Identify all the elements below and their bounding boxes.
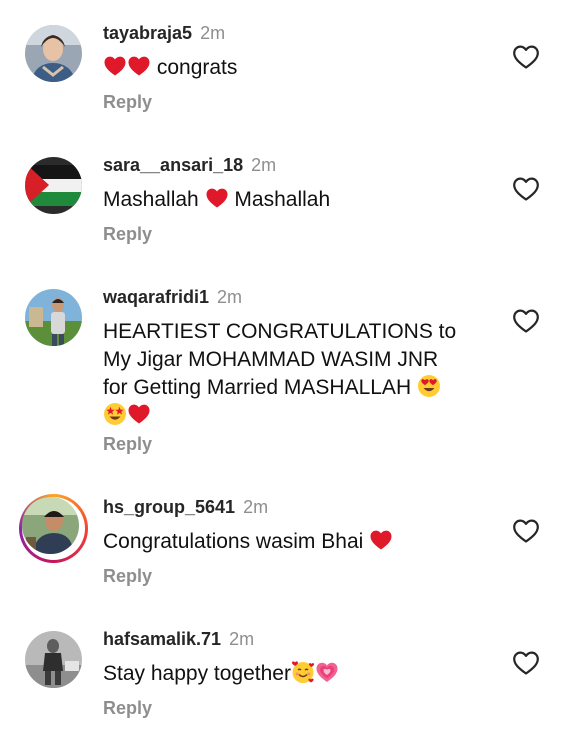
like-heart-icon[interactable] [512, 518, 540, 544]
comment-item: waqarafridi1 2m HEARTIEST CONGRATULATIONS… [0, 264, 570, 464]
like-heart-icon[interactable] [512, 650, 540, 676]
growing-heart-icon [315, 660, 339, 684]
avatar [22, 497, 79, 554]
comment-text: HEARTIEST CONGRATULATIONS to My Jigar MO… [103, 318, 503, 430]
avatar[interactable] [25, 631, 82, 688]
like-heart-icon[interactable] [512, 176, 540, 202]
reply-button[interactable]: Reply [103, 697, 152, 719]
username[interactable]: hs_group_5641 [103, 497, 235, 517]
comment-text-content: Stay happy together [103, 662, 291, 685]
comment-text: Stay happy together [103, 660, 483, 688]
red-heart-icon [103, 54, 127, 78]
story-ring[interactable] [19, 494, 88, 563]
avatar-flag-icon [25, 157, 82, 214]
comment-meta: hafsamalik.71 2m [103, 628, 254, 650]
comment-meta: tayabraja5 2m [103, 22, 225, 44]
comment-text-content: Congratulations wasim Bhai [103, 530, 364, 553]
comment-item: tayabraja5 2m congrats Reply [0, 0, 570, 130]
reply-button[interactable]: Reply [103, 91, 152, 113]
red-heart-icon [127, 402, 151, 426]
username[interactable]: waqarafridi1 [103, 287, 209, 307]
avatar-photo-icon [25, 289, 82, 346]
comment-item: hs_group_5641 2m Congratulations wasim Bh… [0, 474, 570, 604]
username[interactable]: tayabraja5 [103, 23, 192, 43]
avatar[interactable] [25, 157, 82, 214]
timestamp: 2m [217, 287, 243, 307]
comment-item: sara__ansari_18 2m Mashallah Mashallah Re… [0, 132, 570, 262]
comment-text: congrats [103, 54, 483, 82]
username[interactable]: hafsamalik.71 [103, 629, 221, 649]
comment-text-line: HEARTIEST CONGRATULATIONS to [103, 320, 457, 343]
comment-text-content: congrats [156, 56, 238, 79]
comment-text-content: Mashallah [103, 188, 199, 211]
timestamp: 2m [229, 629, 255, 649]
red-heart-icon [127, 54, 151, 78]
comment-meta: waqarafridi1 2m [103, 286, 242, 308]
timestamp: 2m [243, 497, 269, 517]
comment-item: hafsamalik.71 2m Stay happy together Repl… [0, 606, 570, 742]
red-heart-icon [205, 186, 229, 210]
like-heart-icon[interactable] [512, 44, 540, 70]
heart-eyes-icon [417, 374, 441, 398]
comment-text: Congratulations wasim Bhai [103, 528, 483, 556]
avatar[interactable] [25, 25, 82, 82]
comment-text-line: for Getting Married MASHALLAH [103, 374, 503, 402]
timestamp: 2m [251, 155, 277, 175]
avatar-photo-icon [25, 25, 82, 82]
timestamp: 2m [200, 23, 226, 43]
comment-text-content: for Getting Married MASHALLAH [103, 376, 412, 399]
comment-text: Mashallah Mashallah [103, 186, 483, 214]
avatar-photo-icon [22, 497, 79, 554]
username[interactable]: sara__ansari_18 [103, 155, 243, 175]
comment-text-content: Mashallah [234, 188, 331, 211]
comment-text-line [103, 402, 503, 430]
comment-text-line: My Jigar MOHAMMAD WASIM JNR [103, 348, 439, 371]
reply-button[interactable]: Reply [103, 565, 152, 587]
avatar-photo-icon [25, 631, 82, 688]
reply-button[interactable]: Reply [103, 433, 152, 455]
comment-meta: hs_group_5641 2m [103, 496, 268, 518]
red-heart-icon [369, 528, 393, 552]
reply-button[interactable]: Reply [103, 223, 152, 245]
like-heart-icon[interactable] [512, 308, 540, 334]
smiling-face-with-hearts-icon [291, 660, 315, 684]
avatar[interactable] [25, 289, 82, 346]
star-struck-icon [103, 402, 127, 426]
comment-meta: sara__ansari_18 2m [103, 154, 276, 176]
